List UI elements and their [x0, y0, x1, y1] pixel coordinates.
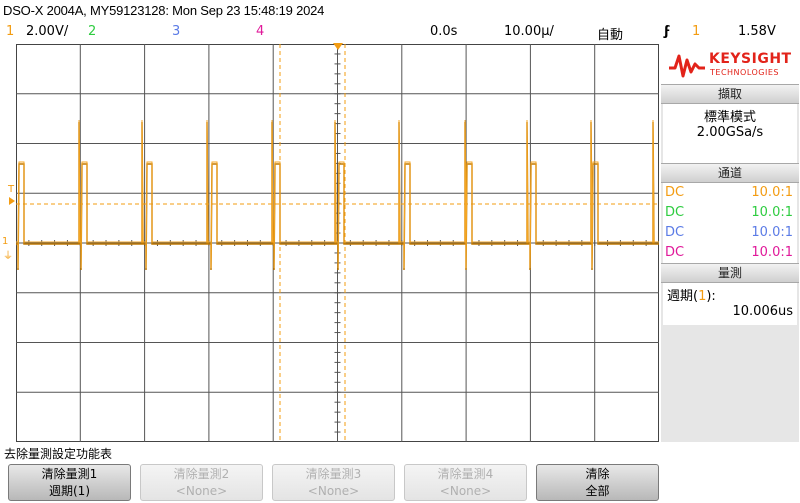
measure-value: 10.006us: [732, 304, 794, 319]
title-bar: DSO-X 2004A, MY59123128: Mon Sep 23 15:4…: [0, 0, 800, 22]
trigger-level[interactable]: 1.58V: [738, 24, 776, 39]
trigger-level-marker[interactable]: T: [8, 184, 14, 195]
channel-row-3[interactable]: DC 10.0:1: [663, 223, 797, 243]
channel-row-1[interactable]: DC 10.0:1: [663, 183, 797, 203]
time-scale[interactable]: 10.00µ/: [504, 24, 554, 39]
trigger-edge-icon: ϝ: [664, 24, 671, 39]
clear-meas3-button[interactable]: 清除量測3 <None>: [272, 464, 395, 501]
ch2-number[interactable]: 2: [88, 24, 96, 39]
logo-brand: KEYSIGHT: [709, 51, 792, 67]
clear-meas2-button[interactable]: 清除量測2 <None>: [140, 464, 263, 501]
channels-header[interactable]: 通道: [661, 163, 799, 183]
instrument-title: DSO-X 2004A, MY59123128: Mon Sep 23 15:4…: [3, 3, 325, 18]
keysight-logo: KEYSIGHT TECHNOLOGIES: [661, 44, 799, 84]
clear-meas1-button[interactable]: 清除量測1 週期(1): [8, 464, 131, 501]
acquire-mode: 標準模式: [703, 110, 756, 125]
channels-section: DC 10.0:1 DC 10.0:1 DC 10.0:1 DC 10.0:1: [663, 183, 797, 263]
status-bar: 1 2.00V/ 2 3 4 0.0s 10.00µ/ 自動 ϝ 1 1.58V: [0, 22, 800, 43]
ch1-ground-marker[interactable]: 1: [2, 236, 8, 247]
acquire-header[interactable]: 擷取: [661, 84, 799, 104]
measure-section: 週期(1): 10.006us: [663, 283, 797, 325]
clear-meas4-button[interactable]: 清除量測4 <None>: [404, 464, 527, 501]
softkey-menu-title: 去除量測設定功能表: [4, 447, 113, 461]
measure-label: 週期(1):: [667, 289, 716, 304]
clear-all-button[interactable]: 清除 全部: [536, 464, 659, 501]
waveform-display[interactable]: [16, 44, 659, 442]
ch1-scale[interactable]: 2.00V/: [26, 24, 68, 39]
acquire-section: 標準模式 2.00GSa/s: [663, 104, 797, 164]
ground-icon: ⏚: [3, 251, 13, 262]
time-delay[interactable]: 0.0s: [430, 24, 457, 39]
side-panel: KEYSIGHT TECHNOLOGIES 擷取 標準模式 2.00GSa/s …: [661, 44, 799, 442]
waveform-svg: [16, 44, 659, 442]
trigger-source[interactable]: 1: [692, 24, 700, 39]
sample-rate: 2.00GSa/s: [696, 125, 764, 140]
ch4-number[interactable]: 4: [256, 24, 264, 39]
ch1-number[interactable]: 1: [6, 24, 14, 39]
trigger-mode[interactable]: 自動: [597, 24, 623, 43]
measure-header[interactable]: 量測: [661, 263, 799, 283]
trigger-position-icon[interactable]: [333, 43, 343, 50]
keysight-wave-icon: [669, 54, 705, 78]
ch3-number[interactable]: 3: [172, 24, 180, 39]
channel-row-2[interactable]: DC 10.0:1: [663, 203, 797, 223]
channel-row-4[interactable]: DC 10.0:1: [663, 243, 797, 263]
trigger-arrow-icon[interactable]: [9, 197, 15, 205]
logo-sub: TECHNOLOGIES: [710, 68, 779, 77]
